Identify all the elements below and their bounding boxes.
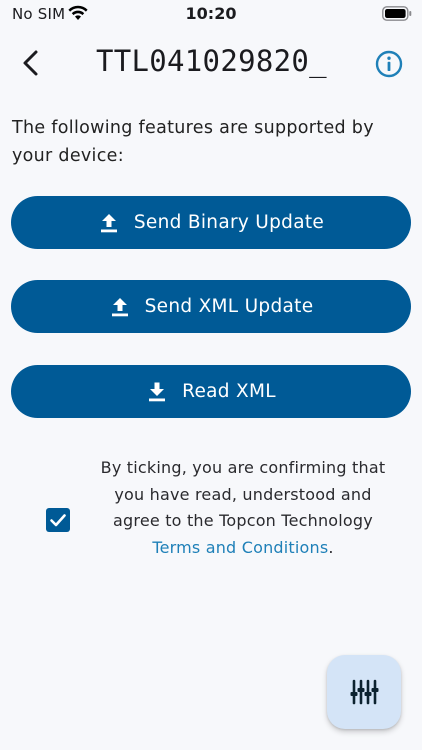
send-xml-update-label: Send XML Update xyxy=(144,296,314,317)
terms-link[interactable]: Terms and Conditions xyxy=(152,538,328,557)
consent-text: By ticking, you are confirming that you … xyxy=(100,455,386,561)
terms-checkbox[interactable] xyxy=(46,508,70,532)
download-icon xyxy=(149,382,166,401)
consent-text-end: . xyxy=(328,537,334,557)
device-features-screen: No SIM 10:20 TTL041029820_ The following… xyxy=(0,0,422,750)
read-xml-label: Read XML xyxy=(182,381,276,402)
back-chevron-icon[interactable] xyxy=(16,48,46,78)
upload-icon xyxy=(111,297,128,316)
send-xml-update-button[interactable]: Send XML Update xyxy=(11,280,411,333)
checkmark-icon xyxy=(50,514,66,527)
send-binary-update-button[interactable]: Send Binary Update xyxy=(11,196,411,249)
page-title: TTL041029820_ xyxy=(96,44,327,78)
device-settings-fab[interactable] xyxy=(327,655,401,729)
battery-icon xyxy=(382,6,412,21)
upload-icon xyxy=(100,213,117,232)
consent-text-body: By ticking, you are confirming that you … xyxy=(100,458,386,530)
status-time: 10:20 xyxy=(185,4,237,23)
intro-text: The following features are supported by … xyxy=(12,118,374,166)
status-bar: No SIM 10:20 xyxy=(0,0,422,30)
info-circle-icon[interactable] xyxy=(374,49,404,79)
sliders-icon xyxy=(350,679,379,705)
send-binary-update-label: Send Binary Update xyxy=(133,212,325,233)
read-xml-button[interactable]: Read XML xyxy=(11,365,411,418)
